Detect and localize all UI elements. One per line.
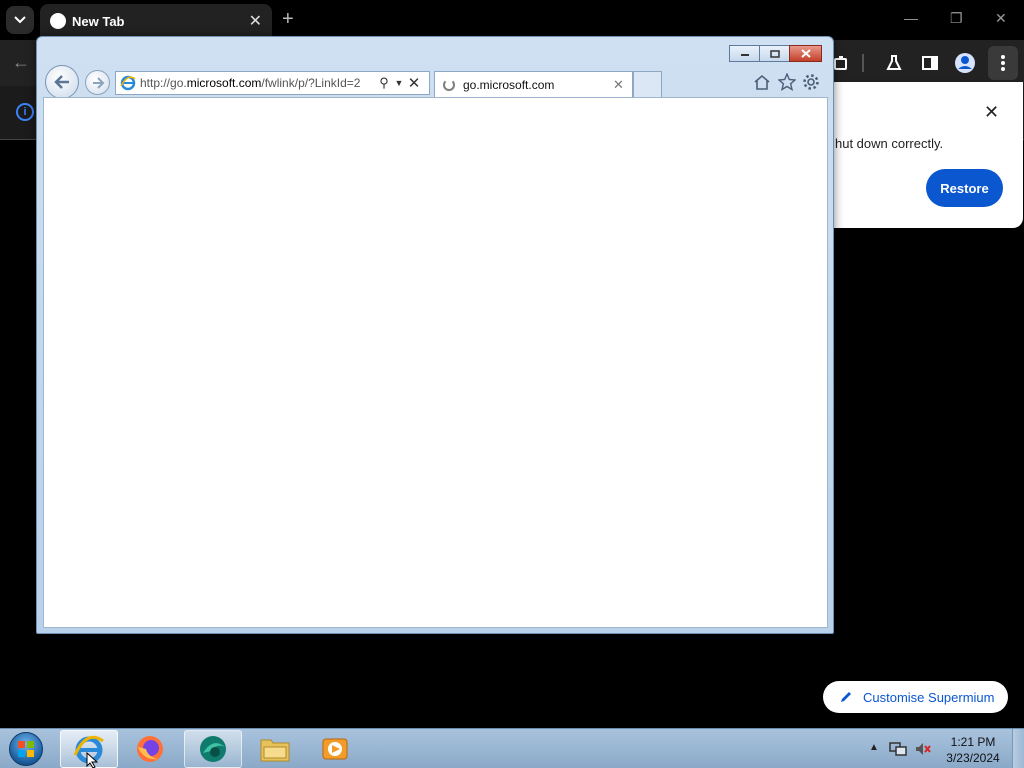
chrome-tab-title: New Tab bbox=[72, 14, 125, 29]
pencil-icon bbox=[841, 692, 851, 702]
profile-avatar-icon[interactable] bbox=[954, 52, 976, 74]
firefox-icon bbox=[137, 736, 163, 762]
close-window-icon[interactable]: ✕ bbox=[995, 10, 1007, 27]
info-icon: i bbox=[16, 103, 34, 121]
taskbar-supermium[interactable] bbox=[184, 730, 242, 768]
close-popup-icon[interactable]: ✕ bbox=[984, 102, 999, 123]
search-icon[interactable]: ⚲ bbox=[376, 75, 392, 91]
internet-explorer-icon bbox=[120, 75, 136, 91]
close-icon bbox=[800, 49, 811, 58]
close-tab-icon[interactable]: ✕ bbox=[249, 11, 262, 31]
minimize-icon bbox=[740, 53, 749, 56]
side-panel-icon[interactable] bbox=[919, 52, 941, 74]
chevron-down-icon bbox=[14, 16, 26, 24]
back-arrow-icon bbox=[54, 75, 69, 89]
ie-page-content[interactable] bbox=[43, 97, 828, 628]
media-player-icon bbox=[322, 738, 348, 760]
ie-tab[interactable]: go.microsoft.com ✕ bbox=[434, 71, 633, 97]
ie-forward-button[interactable] bbox=[85, 70, 110, 95]
desktop: New Tab ✕ + — ❐ ✕ ← i ✕ hut down correct… bbox=[0, 0, 1024, 768]
maximize-icon bbox=[769, 49, 780, 58]
toolbar-divider bbox=[862, 54, 864, 72]
chrome-tab-new-tab[interactable]: New Tab ✕ bbox=[40, 4, 272, 40]
restore-pages-popup: ✕ hut down correctly. Restore bbox=[820, 82, 1023, 228]
taskbar-media-player[interactable] bbox=[306, 730, 364, 768]
chrome-tabstrip: New Tab ✕ + — ❐ ✕ bbox=[0, 0, 1024, 40]
ie-new-tab-button[interactable] bbox=[633, 71, 662, 97]
start-button[interactable] bbox=[6, 730, 46, 768]
home-icon[interactable] bbox=[752, 72, 772, 92]
ie-close-button[interactable] bbox=[789, 45, 822, 62]
loading-spinner-icon bbox=[443, 78, 455, 91]
gear-icon[interactable] bbox=[801, 72, 821, 92]
taskbar: ▲ 1:21 PM 3/23/2024 bbox=[0, 728, 1024, 768]
ie-address-bar[interactable]: http://go.microsoft.com/fwlink/p/?LinkId… bbox=[115, 71, 430, 95]
customise-supermium-button[interactable]: Customise Supermium bbox=[823, 681, 1008, 713]
labs-flask-icon[interactable] bbox=[883, 52, 905, 74]
ie-window: http://go.microsoft.com/fwlink/p/?LinkId… bbox=[36, 36, 834, 634]
restore-message: hut down correctly. bbox=[835, 136, 944, 151]
back-arrow-icon[interactable]: ← bbox=[12, 52, 30, 73]
customise-label: Customise Supermium bbox=[863, 689, 995, 705]
show-hidden-icons-icon[interactable]: ▲ bbox=[869, 742, 879, 753]
clock-date: 3/23/2024 bbox=[946, 751, 1000, 765]
ie-minimize-button[interactable] bbox=[729, 45, 760, 62]
restore-window-icon[interactable]: ❐ bbox=[950, 10, 963, 27]
ie-address-text: http://go.microsoft.com/fwlink/p/?LinkId… bbox=[140, 76, 376, 90]
mouse-cursor-icon bbox=[86, 752, 98, 768]
supermium-icon bbox=[200, 736, 226, 762]
ie-tab-title: go.microsoft.com bbox=[463, 77, 555, 92]
taskbar-firefox[interactable] bbox=[121, 730, 179, 768]
ie-caption-buttons bbox=[729, 45, 822, 62]
address-domain: microsoft.com bbox=[186, 76, 262, 90]
ie-back-button[interactable] bbox=[45, 65, 79, 99]
dropdown-arrow-icon[interactable]: ▼ bbox=[392, 78, 406, 88]
stop-icon[interactable]: ✕ bbox=[406, 74, 422, 92]
volume-muted-icon[interactable] bbox=[914, 741, 932, 757]
more-vert-icon bbox=[1001, 55, 1005, 71]
chrome-menu-button[interactable] bbox=[988, 46, 1018, 80]
address-prefix: http://go. bbox=[140, 76, 187, 90]
show-desktop-button[interactable] bbox=[1012, 729, 1024, 768]
minimize-icon[interactable]: — bbox=[904, 10, 918, 26]
network-icon[interactable] bbox=[889, 741, 907, 757]
system-clock[interactable]: 1:21 PM 3/23/2024 bbox=[940, 734, 1006, 766]
taskbar-file-explorer[interactable] bbox=[246, 730, 304, 768]
address-suffix: /fwlink/p/?LinkId=2 bbox=[261, 76, 361, 90]
forward-arrow-icon bbox=[92, 76, 104, 89]
tab-favicon-icon bbox=[50, 13, 66, 29]
favorites-star-icon[interactable] bbox=[777, 72, 797, 92]
file-explorer-icon bbox=[260, 739, 290, 762]
restore-button[interactable]: Restore bbox=[926, 169, 1003, 207]
new-tab-button[interactable]: + bbox=[282, 9, 294, 29]
tab-search-button[interactable] bbox=[6, 6, 34, 34]
ie-maximize-button[interactable] bbox=[759, 45, 790, 62]
close-tab-icon[interactable]: ✕ bbox=[613, 77, 624, 93]
windows-logo-icon bbox=[9, 732, 43, 766]
clock-time: 1:21 PM bbox=[950, 735, 996, 749]
